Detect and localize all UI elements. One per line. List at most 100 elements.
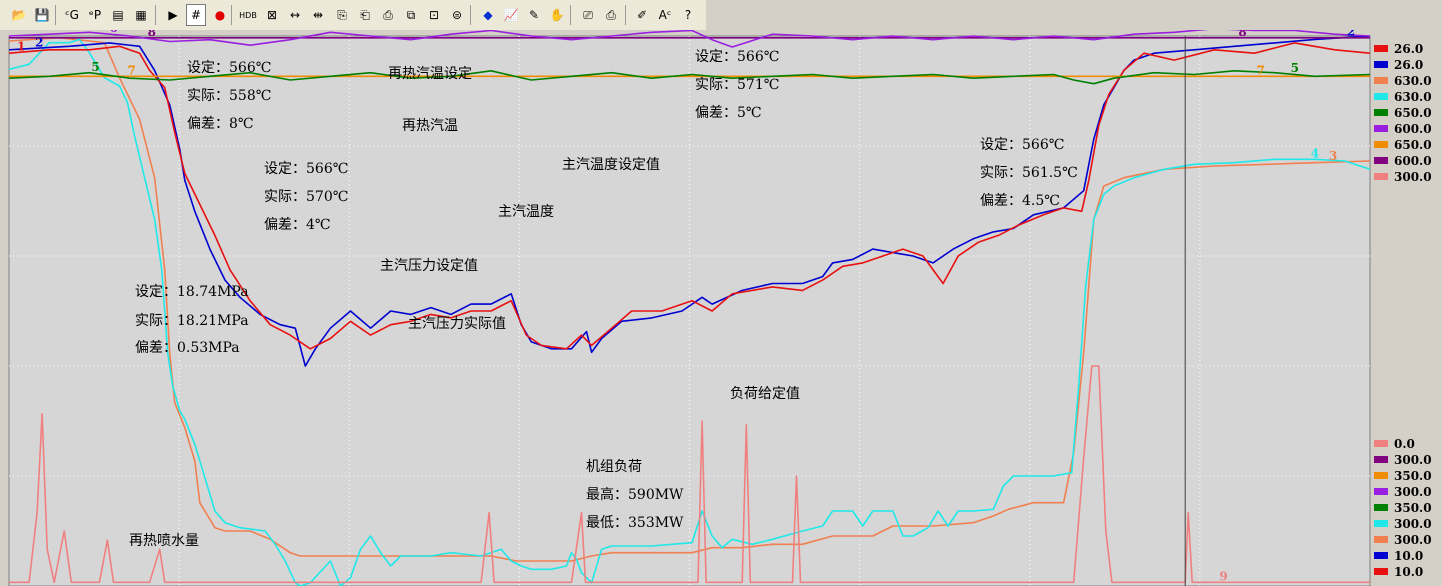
annotation-load-min: 最低：353MW — [586, 515, 684, 531]
series-marker: 3 — [1329, 149, 1337, 163]
series-marker: 8 — [1238, 30, 1246, 39]
print-icon[interactable]: ⎙ — [601, 4, 621, 26]
page-icon-6[interactable]: ⊜ — [447, 4, 467, 26]
series-marker: 1 — [17, 40, 25, 54]
grid-icon[interactable]: # — [186, 4, 206, 26]
scale-value: 630.0 — [1394, 74, 1432, 88]
scale-value: 300.0 — [1394, 453, 1432, 467]
scale-value: 630.0 — [1394, 90, 1432, 104]
annotation-pressure-actual: 实际：18.21MPa — [135, 313, 249, 329]
trend-chart[interactable]: 12865786275439 设定：566℃ 实际：558℃ 偏差：8℃ 再热汽… — [0, 30, 1442, 586]
list-icon[interactable]: ▤ — [108, 4, 128, 26]
scale-value: 350.0 — [1394, 469, 1432, 483]
record-icon[interactable]: ● — [210, 4, 230, 26]
series-marker: 8 — [148, 30, 156, 39]
annotation-main-dev-2: 偏差：4.5℃ — [980, 193, 1060, 209]
annotation-main-actual-2: 实际：561.5℃ — [980, 165, 1078, 181]
scale-value: 600.0 — [1394, 122, 1432, 136]
scale-value: 300.0 — [1394, 170, 1432, 184]
page-icon-2[interactable]: ⎗ — [355, 4, 375, 26]
series-marker: 2 — [35, 35, 43, 49]
hand-icon[interactable]: ✋ — [547, 4, 567, 26]
pen-icon[interactable]: ✎ — [524, 4, 544, 26]
scale-swatch — [1374, 472, 1388, 479]
series-marker: 9 — [1219, 569, 1227, 583]
scale-value: 26.0 — [1394, 42, 1423, 56]
annotation-reheat-set: 设定：566℃ — [187, 60, 271, 76]
page-icon-4[interactable]: ⧉ — [401, 4, 421, 26]
scale-swatch — [1374, 125, 1388, 132]
series-marker: 6 — [1275, 30, 1283, 32]
label-reheat-temp-setpoint: 再热汽温设定 — [388, 66, 472, 82]
scale-swatch — [1374, 456, 1388, 463]
scale-swatch — [1374, 552, 1388, 559]
clipboard-icon[interactable]: ▦ — [131, 4, 151, 26]
label-reheat-spray: 再热喷水量 — [129, 533, 199, 549]
scale-swatch — [1374, 93, 1388, 100]
zoom-box-icon[interactable]: ⊠ — [262, 4, 282, 26]
annotation-reheat-dev-2: 偏差：5℃ — [695, 105, 762, 121]
ep-icon[interactable]: ᵉP — [85, 4, 105, 26]
scale-legend-bottom: 0.0 300.0 350.0 300.0 350.0 300.0 300.0 10.0 10.… — [1374, 437, 1432, 579]
annotation-reheat-actual-2: 实际：571℃ — [695, 77, 779, 93]
series-marker: 5 — [91, 60, 99, 74]
annotation-main-set-2: 设定：566℃ — [980, 137, 1064, 153]
edit-icon[interactable]: ✐ — [632, 4, 652, 26]
scale-swatch — [1374, 568, 1388, 575]
label-pressure-setpoint: 主汽压力设定值 — [380, 258, 478, 274]
open-folder-icon[interactable]: 📂 — [9, 4, 29, 26]
annotation-pressure-set: 设定：18.74MPa — [135, 284, 249, 300]
label-load-setpoint: 负荷给定值 — [730, 386, 800, 402]
scale-swatch — [1374, 45, 1388, 52]
scale-value: 300.0 — [1394, 517, 1432, 531]
scale-value: 650.0 — [1394, 138, 1432, 152]
scale-value: 600.0 — [1394, 154, 1432, 168]
toolbar: 📂 💾 ᶜG ᵉP ▤ ▦ ▶ # ● HDB ⊠ ↔ ⇹ ⎘ ⎗ ⎙ ⧉ ⊡ ⊜ ◆ 📈 ✎ ✋ ⎚ ⎙ ✐ Aᶜ? — [0, 0, 706, 31]
cursor-split-icon[interactable]: ↔ — [285, 4, 305, 26]
diamond-icon[interactable]: ◆ — [478, 4, 498, 26]
preview-icon[interactable]: ⎚ — [578, 4, 598, 26]
series-marker: 4 — [1311, 146, 1319, 160]
annotation-reheat-actual: 实际：558℃ — [187, 88, 271, 104]
annotation-pressure-dev: 偏差：0.53MPa — [135, 340, 240, 356]
scale-swatch — [1374, 61, 1388, 68]
scale-value: 650.0 — [1394, 106, 1432, 120]
scale-swatch — [1374, 157, 1388, 164]
annotation-reheat-dev: 偏差：8℃ — [187, 116, 254, 132]
hdb-icon[interactable]: HDB — [238, 4, 258, 26]
label-main-temp: 主汽温度 — [498, 204, 554, 220]
scale-value: 26.0 — [1394, 58, 1423, 72]
help-icon[interactable]: ? — [678, 4, 698, 26]
play-icon[interactable]: ▶ — [163, 4, 183, 26]
series-marker: 6 — [109, 30, 117, 35]
scale-legend-top: 26.0 26.0 630.0 630.0 650.0 600.0 650.0 600.0 30… — [1374, 42, 1432, 184]
scale-swatch — [1374, 173, 1388, 180]
scale-swatch — [1374, 77, 1388, 84]
cg-icon[interactable]: ᶜG — [62, 4, 82, 26]
scale-value: 350.0 — [1394, 501, 1432, 515]
scale-swatch — [1374, 536, 1388, 543]
scale-swatch — [1374, 141, 1388, 148]
scale-value: 10.0 — [1394, 549, 1423, 563]
annotation-main-actual: 实际：570℃ — [264, 189, 348, 205]
page-icon-1[interactable]: ⎘ — [332, 4, 352, 26]
series-marker: 5 — [1291, 61, 1299, 75]
save-icon[interactable]: 💾 — [32, 4, 52, 26]
scale-swatch — [1374, 109, 1388, 116]
page-icon-3[interactable]: ⎙ — [378, 4, 398, 26]
label-main-temp-setpoint: 主汽温度设定值 — [562, 157, 660, 173]
page-icon-5[interactable]: ⊡ — [424, 4, 444, 26]
annotation-load-max: 最高：590MW — [586, 486, 684, 503]
scale-swatch — [1374, 520, 1388, 527]
cursor-join-icon[interactable]: ⇹ — [308, 4, 328, 26]
annotation-main-set: 设定：566℃ — [264, 161, 348, 177]
trend-icon[interactable]: 📈 — [501, 4, 521, 26]
abc-icon[interactable]: Aᶜ — [655, 4, 675, 26]
series-marker: 7 — [128, 63, 136, 77]
scale-value: 0.0 — [1394, 437, 1415, 451]
scale-swatch — [1374, 440, 1388, 447]
annotation-main-dev: 偏差：4℃ — [264, 217, 331, 233]
label-reheat-temp: 再热汽温 — [402, 118, 458, 134]
scale-value: 10.0 — [1394, 565, 1423, 579]
scale-swatch — [1374, 504, 1388, 511]
